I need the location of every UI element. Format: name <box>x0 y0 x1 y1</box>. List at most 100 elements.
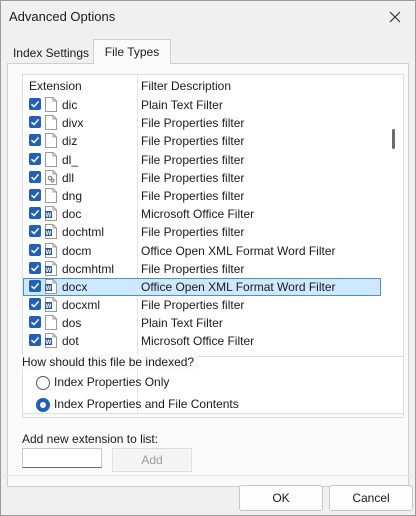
file-types-panel: Extension Filter Description dic Plain Te… <box>7 63 409 487</box>
checkmark-icon <box>30 155 40 163</box>
word-doc-icon: W <box>45 333 57 349</box>
row-filter-description: File Properties filter <box>141 298 245 313</box>
list-item[interactable]: divx File Properties filter <box>23 114 381 132</box>
radio-label: Index Properties Only <box>54 375 170 389</box>
row-checkbox[interactable] <box>29 116 41 129</box>
list-item[interactable]: dos Plain Text Filter <box>23 314 381 332</box>
row-checkbox[interactable] <box>29 207 41 220</box>
radio-label: Index Properties and File Contents <box>54 397 239 411</box>
title-bar: Advanced Options <box>1 1 415 32</box>
word-doc-icon: W <box>45 242 57 258</box>
row-checkbox[interactable] <box>29 243 41 256</box>
svg-text:W: W <box>46 304 52 310</box>
list-item[interactable]: Wdocxml File Properties filter <box>23 296 381 314</box>
row-checkbox[interactable] <box>29 134 41 147</box>
row-filter-description: Office Open XML Format Word Filter <box>141 279 336 294</box>
checkmark-icon <box>30 228 40 235</box>
checkmark-icon <box>30 282 40 290</box>
word-doc-icon: W <box>45 278 57 294</box>
row-extension: dl_ <box>62 152 79 167</box>
checkmark-icon <box>30 246 40 254</box>
word-doc-icon: W <box>45 224 57 240</box>
row-extension: docxml <box>62 298 101 313</box>
row-checkbox[interactable] <box>29 98 41 110</box>
row-checkbox[interactable] <box>29 279 41 292</box>
dll-file-icon <box>45 169 57 185</box>
row-filter-description: Microsoft Office Filter <box>141 334 255 349</box>
close-button[interactable] <box>381 5 409 29</box>
checkmark-icon <box>30 337 40 345</box>
index-method-question: How should this file be indexed? <box>22 355 199 369</box>
footer-divider <box>1 475 415 476</box>
blank-file-icon <box>45 97 57 112</box>
svg-text:W: W <box>46 213 52 219</box>
blank-file-icon <box>45 315 57 331</box>
list-item[interactable]: Wdoc Microsoft Office Filter <box>23 205 381 223</box>
row-filter-description: File Properties filter <box>141 225 245 240</box>
row-extension: dng <box>62 188 83 203</box>
scrollbar-thumb[interactable] <box>392 129 395 149</box>
list-item[interactable]: diz File Properties filter <box>23 132 381 150</box>
blank-file-icon <box>45 187 57 203</box>
list-item[interactable]: Wdocmhtml File Properties filter <box>23 260 381 278</box>
row-filter-description: Plain Text Filter <box>141 98 223 112</box>
list-rows: dic Plain Text Filter divx File Properties … <box>23 96 381 351</box>
svg-text:W: W <box>46 249 52 255</box>
row-checkbox[interactable] <box>29 152 41 165</box>
row-extension: docm <box>62 243 92 258</box>
svg-text:W: W <box>46 286 52 292</box>
add-extension-input[interactable] <box>22 448 102 468</box>
row-extension: divx <box>62 116 84 131</box>
row-checkbox[interactable] <box>29 316 41 329</box>
list-item[interactable]: Wdochtml File Properties filter <box>23 223 381 241</box>
list-item[interactable]: Wdocm Office Open XML Format Word Filter <box>23 242 381 260</box>
row-checkbox[interactable] <box>29 225 41 238</box>
list-item[interactable]: dic Plain Text Filter <box>23 96 381 114</box>
row-extension: dll <box>62 170 75 185</box>
row-checkbox[interactable] <box>29 261 41 274</box>
advanced-options-dialog: Advanced Options Index Settings File Typ… <box>0 0 416 516</box>
column-header-extension[interactable]: Extension <box>29 79 82 93</box>
add-extension-label: Add new extension to list: <box>22 432 159 446</box>
row-filter-description: File Properties filter <box>141 188 245 203</box>
column-header-description[interactable]: Filter Description <box>141 79 231 93</box>
row-extension: dic <box>62 98 78 112</box>
tab-index-settings[interactable]: Index Settings <box>9 43 93 63</box>
checkmark-icon <box>30 173 40 181</box>
word-doc-icon: W <box>45 206 57 222</box>
list-item[interactable]: dl_ File Properties filter <box>23 151 381 169</box>
tab-file-types[interactable]: File Types <box>93 39 171 64</box>
row-filter-description: File Properties filter <box>141 261 245 276</box>
blank-file-icon <box>45 115 57 131</box>
radio-index-properties-and-contents[interactable] <box>36 398 50 412</box>
checkmark-icon <box>30 191 40 199</box>
ok-button[interactable]: OK <box>239 485 323 511</box>
row-checkbox[interactable] <box>29 334 41 347</box>
row-filter-description: Microsoft Office Filter <box>141 207 255 222</box>
row-extension: doc <box>62 207 82 222</box>
row-filter-description: File Properties filter <box>141 134 245 149</box>
row-checkbox[interactable] <box>29 298 41 311</box>
row-extension: dot <box>62 334 79 349</box>
row-filter-description: Plain Text Filter <box>141 316 223 331</box>
word-doc-icon: W <box>45 297 57 313</box>
row-filter-description: File Properties filter <box>141 152 245 167</box>
checkmark-icon <box>30 100 40 108</box>
row-checkbox[interactable] <box>29 188 41 201</box>
row-checkbox[interactable] <box>29 170 41 183</box>
close-icon <box>389 11 401 23</box>
list-item[interactable]: dll File Properties filter <box>23 169 381 187</box>
radio-index-properties-only[interactable] <box>36 376 50 390</box>
list-item[interactable]: Wdot Microsoft Office Filter <box>23 332 381 350</box>
add-button[interactable]: Add <box>112 448 192 472</box>
list-header: Extension Filter Description <box>23 75 383 95</box>
list-item[interactable]: Wdocx Office Open XML Format Word Filter <box>23 277 381 297</box>
row-extension: diz <box>62 134 78 149</box>
checkmark-icon <box>30 137 40 145</box>
list-item[interactable]: dng File Properties filter <box>23 187 381 205</box>
blank-file-icon <box>45 133 57 149</box>
svg-text:W: W <box>46 231 52 237</box>
row-extension: dochtml <box>62 225 105 240</box>
cancel-button[interactable]: Cancel <box>329 485 413 511</box>
checkmark-icon <box>30 300 40 308</box>
